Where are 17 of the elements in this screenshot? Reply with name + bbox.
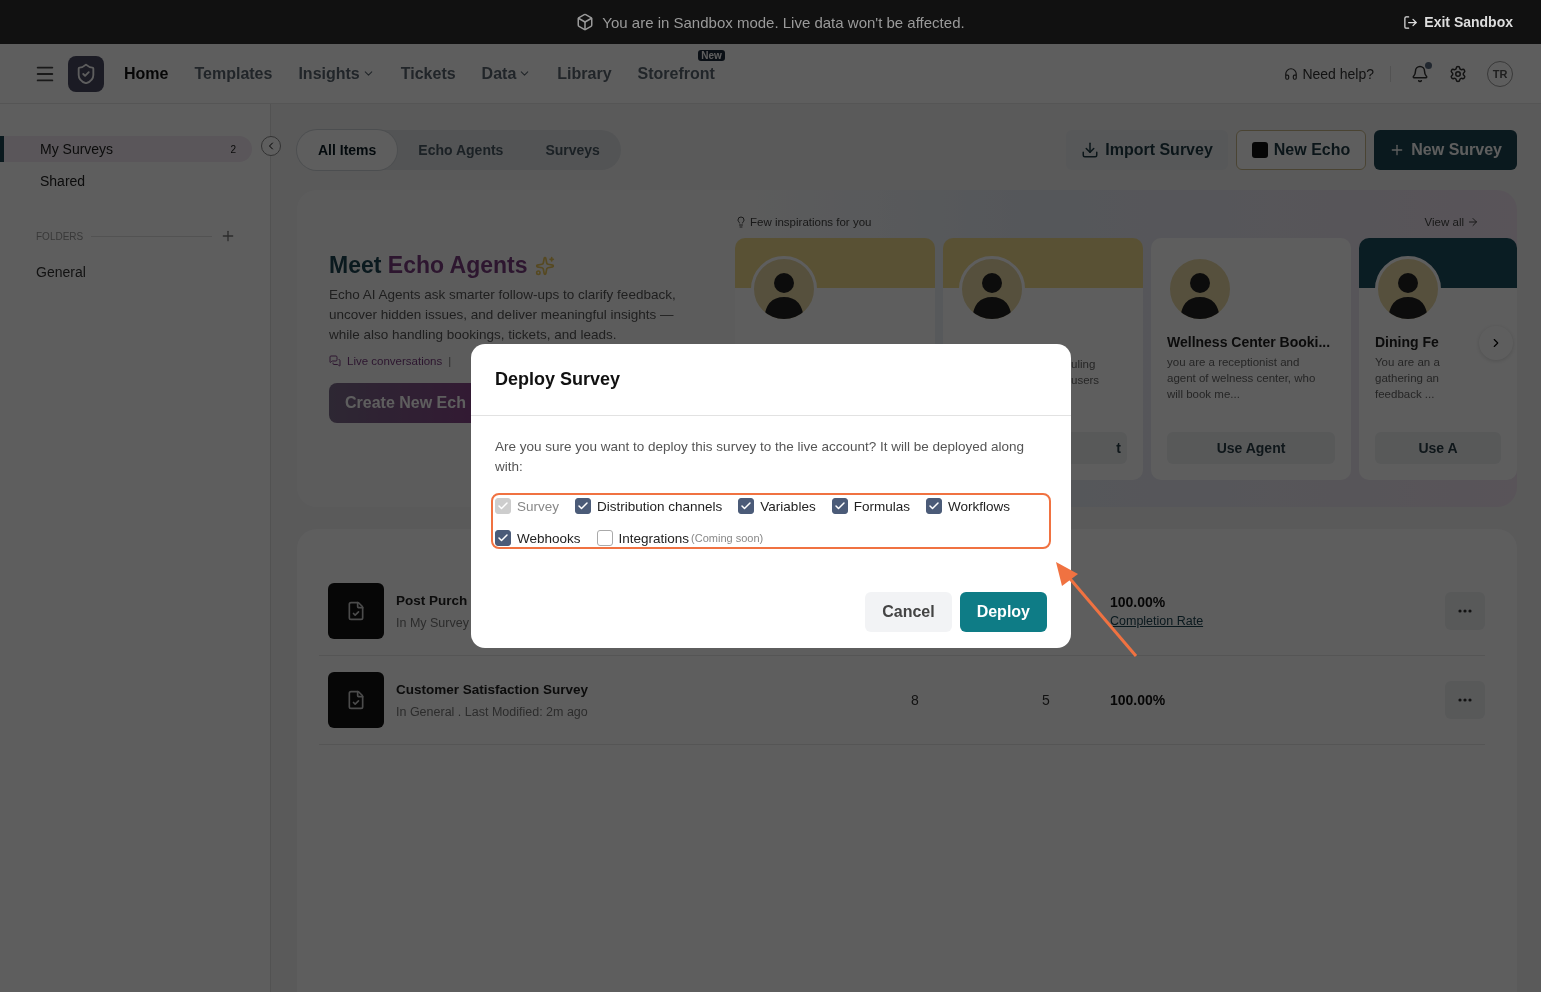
inspirations-heading: Few inspirations for you [750,216,872,228]
dialog-title: Deploy Survey [495,369,621,390]
new-badge: New [698,49,725,61]
completion-value: 100.00% [1110,692,1166,708]
completion-value: 100.00% [1110,594,1166,610]
hero-title: Meet Echo Agents [329,252,528,279]
dialog-message: Are you sure you want to deploy this survey to the live account? It will be deployed along with: [495,438,1026,476]
live-conversations-label: Live conversations [347,355,443,367]
hero-description: Echo AI Agents ask smarter follow-ups to clarify feedback, uncover hidden issues, and deliver meaningful insights — while also handling bookings, tickets, and leads. [329,286,677,344]
response-count: 8 [911,692,919,708]
coming-soon-note: (Coming soon) [691,532,764,544]
card-title: Wellness Center Booki... [1167,334,1331,350]
card-title: Dining Fe [1375,334,1439,350]
item-count: 2 [230,143,236,155]
separator: | [448,355,452,367]
question-count: 5 [1042,692,1050,708]
sandbox-message: You are in Sandbox mode. Live data won't be affected. [602,13,965,31]
